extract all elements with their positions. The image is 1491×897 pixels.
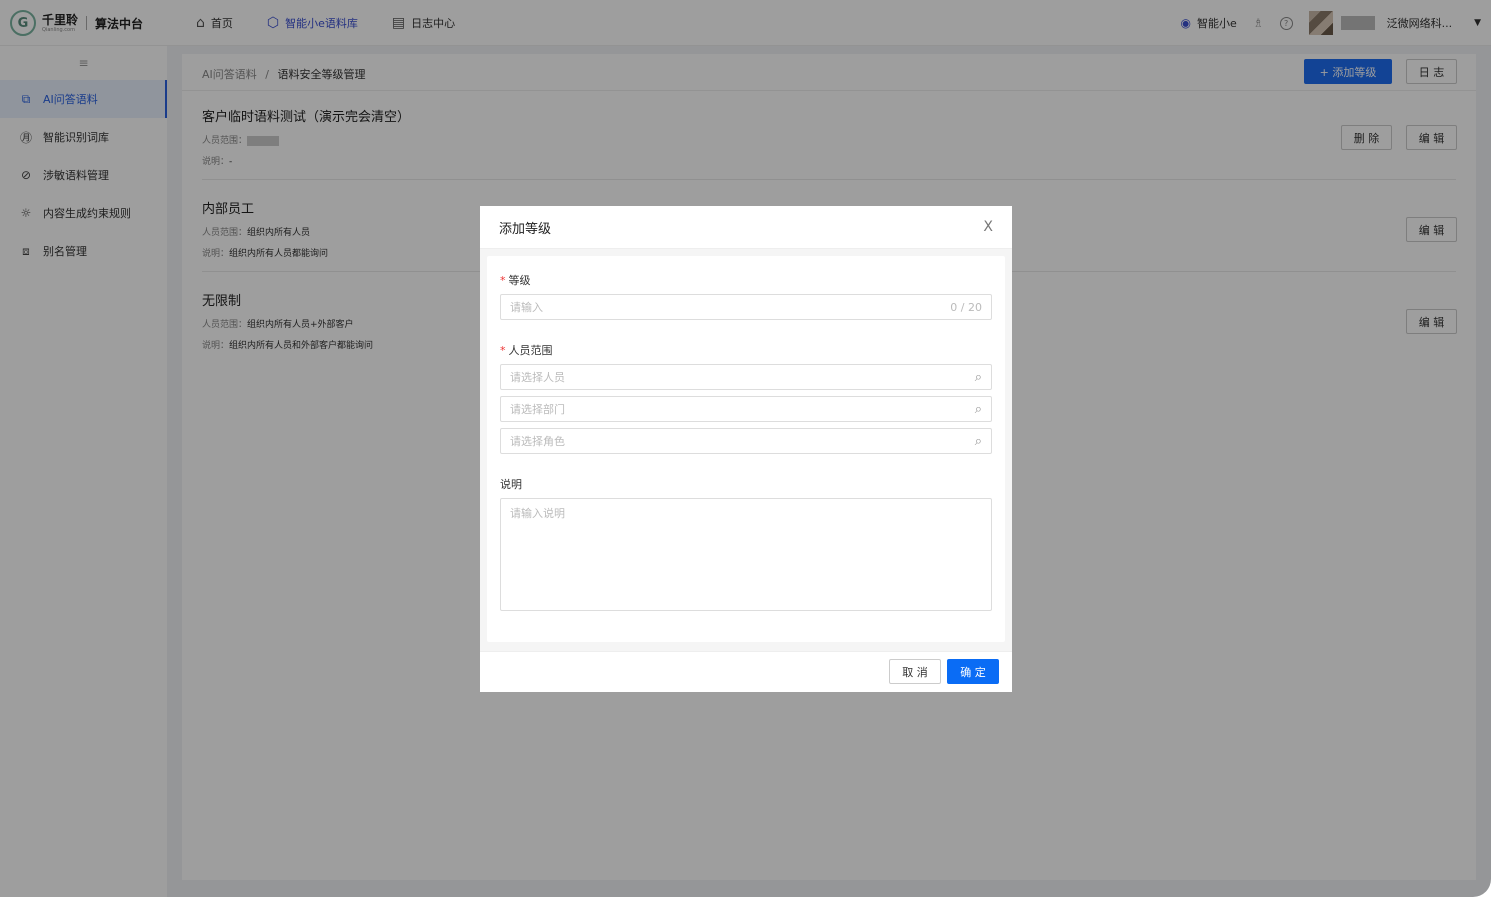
- dialog-title: 添加等级: [499, 221, 552, 237]
- dialog-body: * 等级 请输入 0 / 20 * 人员范围 请选择人员 ⌕ 请选择部门 ⌕ 请选择…: [487, 256, 1005, 642]
- search-icon[interactable]: ⌕: [975, 402, 982, 417]
- level-placeholder: 请输入: [510, 301, 543, 314]
- description-placeholder: 请输入说明: [510, 507, 565, 520]
- desc-field-label: 说明: [500, 478, 522, 491]
- scope-field-label: * 人员范围: [500, 342, 553, 358]
- person-placeholder: 请选择人员: [510, 371, 565, 384]
- role-placeholder: 请选择角色: [510, 435, 565, 448]
- search-icon[interactable]: ⌕: [975, 370, 982, 385]
- select-person-input[interactable]: 请选择人员 ⌕: [500, 364, 992, 390]
- required-mark: *: [500, 344, 506, 357]
- level-input[interactable]: 请输入 0 / 20: [500, 294, 992, 320]
- scope-label-text: 人员范围: [508, 344, 553, 357]
- app-window: G 千里聆 Qianling.com 算法中台 ⌂ 首页 ⬡ 智能小e语料库 ▤…: [0, 0, 1491, 897]
- dialog-footer: 取 消 确 定: [480, 651, 1012, 692]
- select-role-input[interactable]: 请选择角色 ⌕: [500, 428, 992, 454]
- description-textarea[interactable]: 请输入说明: [500, 498, 992, 611]
- confirm-button[interactable]: 确 定: [947, 659, 999, 684]
- char-counter: 0 / 20: [950, 300, 982, 314]
- cancel-button[interactable]: 取 消: [889, 659, 941, 684]
- add-level-dialog: 添加等级 X * 等级 请输入 0 / 20 * 人员范围 请选择人员 ⌕ 请选择部…: [480, 206, 1012, 692]
- search-icon[interactable]: ⌕: [975, 434, 982, 449]
- select-department-input[interactable]: 请选择部门 ⌕: [500, 396, 992, 422]
- level-field-label: * 等级: [500, 272, 531, 288]
- close-icon[interactable]: X: [983, 219, 993, 235]
- dialog-header: 添加等级 X: [480, 206, 1012, 249]
- department-placeholder: 请选择部门: [510, 403, 565, 416]
- required-mark: *: [500, 274, 506, 287]
- level-label-text: 等级: [508, 274, 531, 287]
